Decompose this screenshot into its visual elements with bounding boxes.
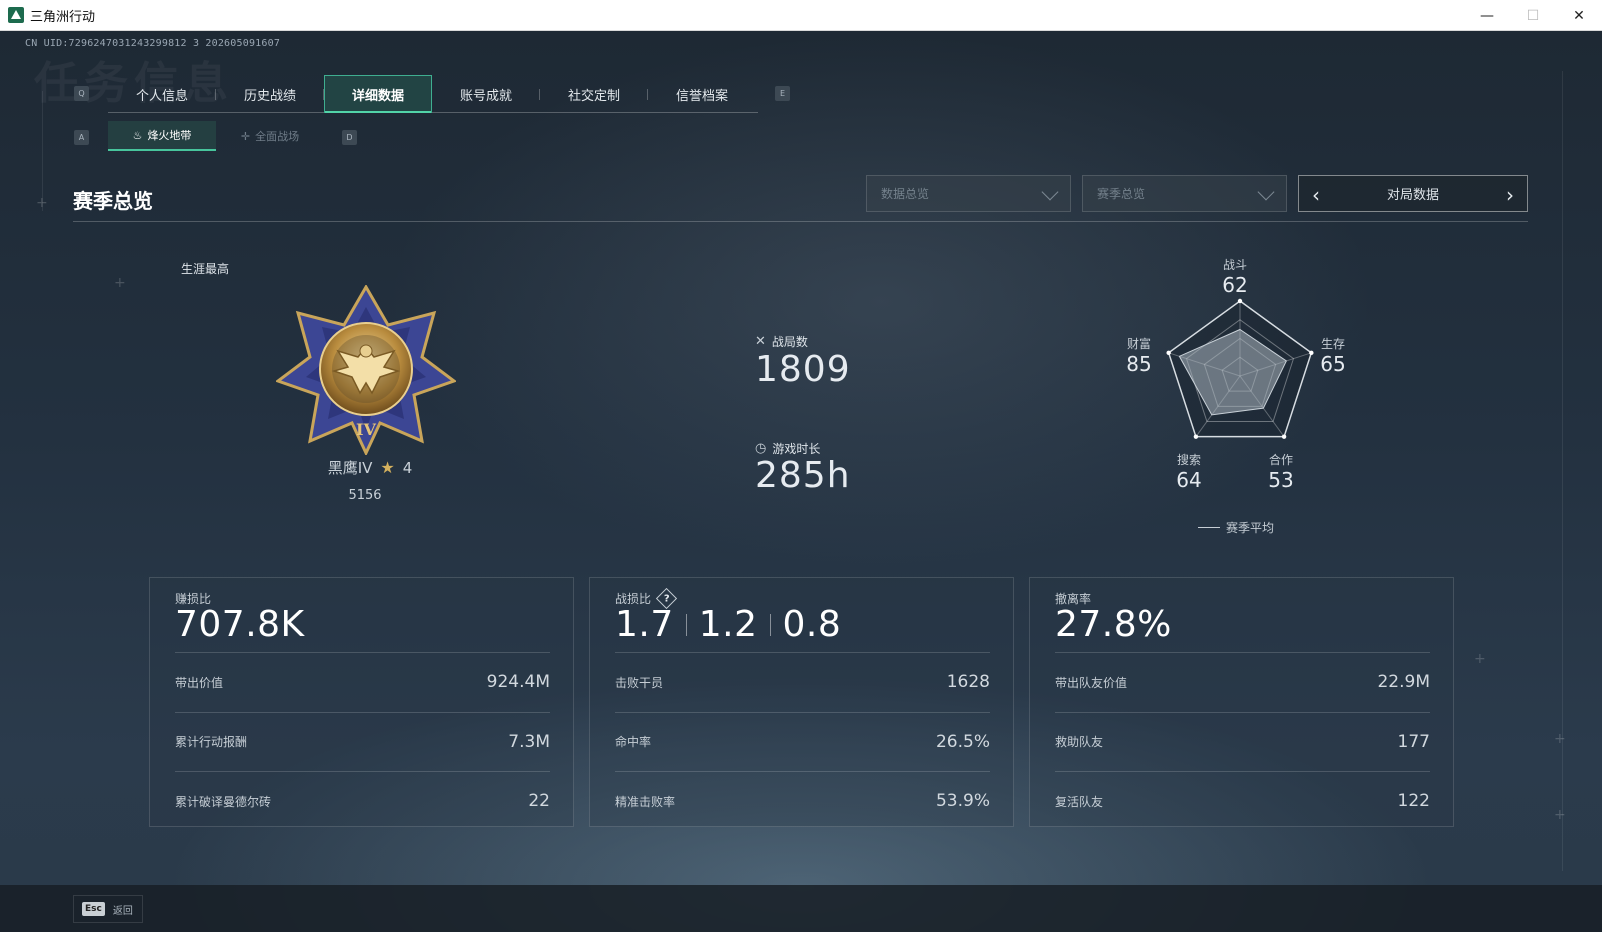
radar-vertex-dot — [1281, 434, 1287, 439]
tab-credit-record[interactable]: 信誉档案 — [648, 75, 756, 113]
decor-line — [42, 91, 43, 211]
player-uid: CN UID:7296247031243299812 3 20260509160… — [25, 38, 281, 49]
card-row: 累计行动报酬 7.3M — [175, 711, 550, 772]
medal-numeral: IV — [356, 420, 376, 439]
section-divider — [73, 221, 1528, 222]
subtab-hazard-zone[interactable]: ♨ 烽火地带 — [108, 121, 216, 151]
tab-social-custom[interactable]: 社交定制 — [540, 75, 648, 113]
rank-medal-icon: IV — [276, 285, 456, 455]
close-button[interactable]: ✕ — [1556, 0, 1602, 31]
decor-cross: + — [1554, 731, 1566, 747]
decor-cross: + — [114, 275, 126, 291]
rank-stars: 4 — [402, 458, 413, 477]
back-button[interactable]: Esc 返回 — [73, 895, 143, 923]
card-main-value: 707.8K — [175, 604, 305, 645]
profit-loss-card: 赚损比 707.8K 带出价值 924.4M 累计行动报酬 7.3M 累计破译曼德尔… — [149, 577, 574, 827]
card-row: 累计破译曼德尔砖 22 — [175, 771, 550, 831]
clock-icon: ◷ — [755, 441, 767, 456]
chevron-down-icon — [1041, 183, 1059, 201]
maximize-button[interactable]: ☐ — [1510, 0, 1556, 31]
match-data-pager: ‹ 对局数据 › — [1298, 175, 1528, 212]
subtab-next-key[interactable]: D — [342, 130, 357, 145]
next-arrow-icon[interactable]: › — [1495, 176, 1525, 213]
card-main-value: 27.8% — [1055, 604, 1172, 645]
section-title: 赛季总览 — [73, 189, 153, 213]
radar-label-search: 搜索 64 — [1176, 453, 1202, 492]
card-rows: 带出价值 924.4M 累计行动报酬 7.3M 累计破译曼德尔砖 22 — [175, 652, 550, 831]
playtime-value: 285h — [755, 455, 851, 496]
window-titlebar: 三角洲行动 — ☐ ✕ — [0, 0, 1602, 31]
flame-icon: ♨ — [132, 128, 143, 142]
prev-arrow-icon[interactable]: ‹ — [1301, 176, 1331, 213]
game-screen: 任务信息 + + + + + CN UID:729624703124329981… — [0, 31, 1602, 932]
decor-cross: + — [1474, 651, 1486, 667]
crossed-swords-icon: ✕ — [755, 334, 766, 349]
rank-name: 黑鹰IV — [327, 459, 373, 477]
window-title: 三角洲行动 — [30, 8, 96, 24]
chevron-down-icon — [1257, 183, 1275, 201]
window-controls: — ☐ ✕ — [1464, 0, 1602, 31]
radar-vertex-dot — [1193, 434, 1199, 439]
data-overview-dropdown[interactable]: 数据总览 — [866, 175, 1071, 212]
tab-prev-key[interactable]: Q — [74, 86, 89, 101]
matches-value: 1809 — [755, 349, 851, 390]
card-rows: 带出队友价值 22.9M 救助队友 177 复活队友 122 — [1055, 652, 1430, 831]
rank-score: 5156 — [348, 488, 382, 503]
card-row: 救助队友 177 — [1055, 711, 1430, 772]
subtab-prev-key[interactable]: A — [74, 130, 89, 145]
tab-match-history[interactable]: 历史战绩 — [216, 75, 324, 113]
matches-label: ✕ 战局数 — [755, 334, 808, 349]
card-rows: 击败干员 1628 命中率 26.5% 精准击败率 53.9% — [615, 652, 990, 831]
radar-label-combat: 战斗 62 — [1222, 258, 1248, 297]
bottom-bar: Esc 返回 — [0, 885, 1602, 932]
card-main-values: 1.7 1.2 0.8 — [615, 604, 842, 645]
radar-legend: 赛季平均 — [1198, 519, 1274, 536]
card-row: 带出队友价值 22.9M — [1055, 652, 1430, 712]
decor-line — [1562, 71, 1563, 871]
crosshair-icon: ✛ — [240, 129, 251, 143]
tab-achievements[interactable]: 账号成就 — [432, 75, 540, 113]
tab-next-key[interactable]: E — [775, 86, 790, 101]
star-icon: ★ — [380, 458, 395, 477]
radar-label-survival: 生存 65 — [1320, 337, 1346, 376]
tab-detailed-data[interactable]: 详细数据 — [324, 75, 432, 113]
career-best-label: 生涯最高 — [181, 262, 230, 276]
esc-key: Esc — [82, 902, 105, 916]
card-row: 带出价值 924.4M — [175, 652, 550, 712]
card-row: 命中率 26.5% — [615, 711, 990, 772]
extraction-rate-card: 撤离率 27.8% 带出队友价值 22.9M 救助队友 177 复活队友 122 — [1029, 577, 1454, 827]
rank-info: 黑鹰IV ★ 4 — [300, 457, 440, 478]
mode-subtabs: ♨ 烽火地带 ✛ 全面战场 — [108, 121, 324, 151]
subtab-full-war[interactable]: ✛ 全面战场 — [216, 121, 324, 151]
card-row: 击败干员 1628 — [615, 652, 990, 712]
legend-line — [1198, 526, 1220, 529]
season-overview-dropdown[interactable]: 赛季总览 — [1082, 175, 1287, 212]
tab-personal-info[interactable]: 个人信息 — [108, 75, 216, 113]
radar-label-wealth: 财富 85 — [1126, 337, 1152, 376]
back-label: 返回 — [112, 905, 133, 917]
radar-label-teamwork: 合作 53 — [1268, 453, 1294, 492]
app-logo-icon — [8, 7, 24, 23]
kd-ratio-card: 战损比 ? 1.7 1.2 0.8 击败干员 1628 命中率 26.5% 精准击败… — [589, 577, 1014, 827]
radar-vertex-dot — [1237, 298, 1243, 304]
decor-cross: + — [1554, 807, 1566, 823]
pager-label: 对局数据 — [1386, 188, 1439, 203]
card-row: 复活队友 122 — [1055, 771, 1430, 831]
card-row: 精准击败率 53.9% — [615, 771, 990, 831]
main-tabs: 个人信息 历史战绩 详细数据 账号成就 社交定制 信誉档案 — [108, 75, 758, 113]
minimize-button[interactable]: — — [1464, 0, 1510, 31]
